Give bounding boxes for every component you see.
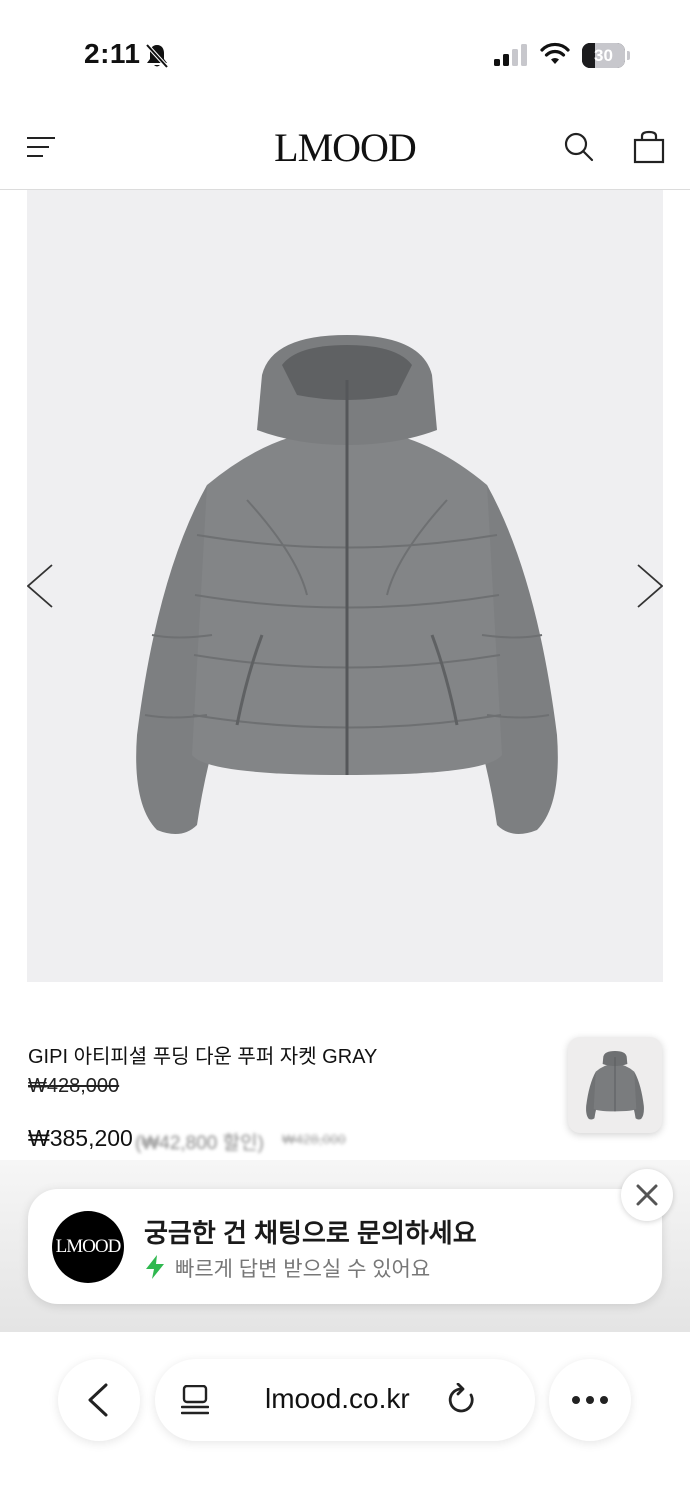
reload-icon[interactable] <box>447 1383 477 1415</box>
product-name: GIPI 아티피셜 푸딩 다운 푸퍼 자켓 GRAY <box>28 1046 378 1068</box>
battery-icon: 30 <box>582 43 630 68</box>
original-price: ₩428,000 <box>28 1075 120 1097</box>
product-image <box>136 335 558 834</box>
chevron-left-icon[interactable] <box>27 563 58 609</box>
cellular-signal-icon <box>494 44 527 66</box>
product-image-gallery[interactable] <box>27 190 663 982</box>
thumbnail-jacket-image <box>586 1051 644 1120</box>
browser-more-button[interactable] <box>549 1359 631 1441</box>
discount-amount: (₩42,800 할인) <box>135 1133 264 1154</box>
search-icon[interactable] <box>563 131 595 163</box>
chat-subtitle: 빠르게 답변 받으실 수 있어요 <box>175 1258 431 1281</box>
recently-viewed-thumbnail[interactable] <box>568 1037 662 1133</box>
strikethrough-price-small: ₩428,000 <box>282 1131 346 1147</box>
status-time: 2:11 <box>84 38 141 69</box>
lightning-bolt-icon <box>146 1255 164 1279</box>
shopping-bag-icon[interactable] <box>633 130 665 164</box>
bell-slash-icon <box>145 43 169 69</box>
chat-avatar: LMOOD <box>52 1211 124 1283</box>
chat-title: 궁금한 건 채팅으로 문의하세요 <box>144 1218 477 1248</box>
page-menu-icon[interactable] <box>181 1385 209 1415</box>
battery-level: 30 <box>594 46 613 65</box>
browser-toolbar: lmood.co.kr <box>0 1332 690 1500</box>
chevron-left-icon <box>88 1383 108 1417</box>
ellipsis-icon <box>572 1396 608 1404</box>
site-header: LMOOD <box>0 100 690 190</box>
url-text[interactable]: lmood.co.kr <box>265 1383 410 1415</box>
chat-inquiry-banner[interactable]: LMOOD 궁금한 건 채팅으로 문의하세요 빠르게 답변 받으실 수 있어요 <box>28 1189 662 1304</box>
wifi-icon <box>540 42 570 64</box>
address-bar[interactable]: lmood.co.kr <box>155 1359 535 1441</box>
chevron-right-icon[interactable] <box>632 563 663 609</box>
status-bar: 2:11 30 <box>0 0 690 100</box>
close-icon <box>636 1184 658 1206</box>
browser-back-button[interactable] <box>58 1359 140 1441</box>
chat-close-button[interactable] <box>621 1169 673 1221</box>
sale-price: ₩385,200 <box>28 1125 133 1151</box>
